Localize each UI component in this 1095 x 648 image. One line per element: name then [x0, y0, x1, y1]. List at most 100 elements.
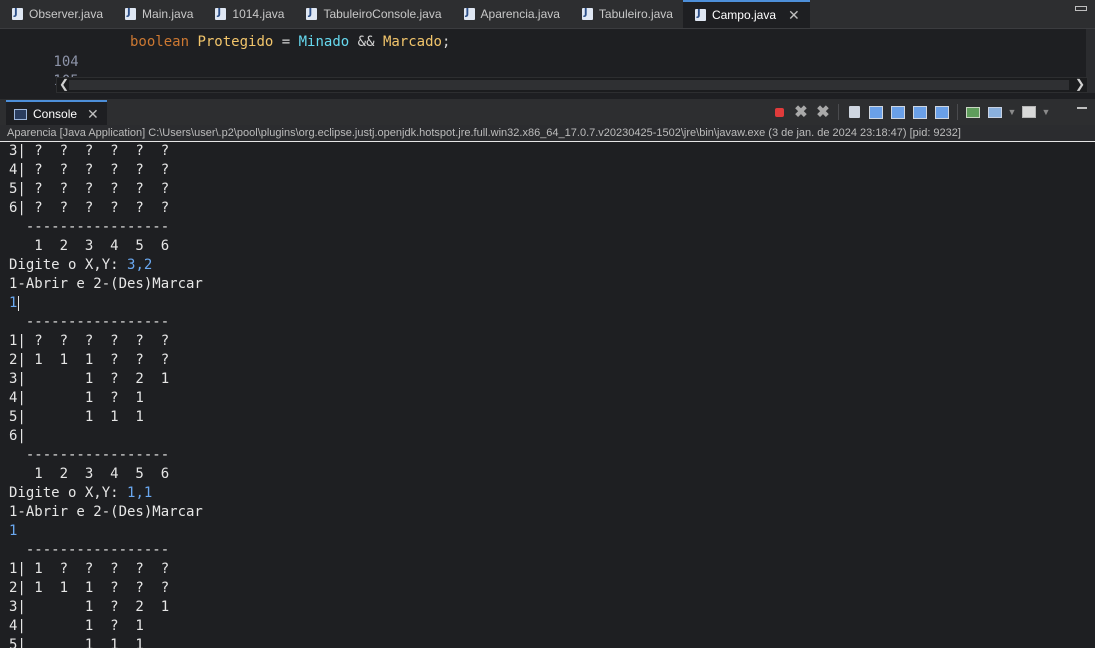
user-input-text: 1,1	[127, 485, 153, 501]
console-line: 3| ? ? ? ? ? ?	[9, 142, 169, 161]
minimize-icon[interactable]	[1077, 107, 1087, 109]
java-file-icon	[463, 7, 475, 20]
user-input-text: 1	[9, 295, 18, 311]
console-text: -----------------	[9, 447, 170, 463]
console-text: -----------------	[9, 542, 170, 558]
show-stderr-icon	[935, 105, 949, 119]
console-line: 4| ? ? ? ? ? ?	[9, 161, 169, 180]
editor-tab-label: Main.java	[142, 7, 194, 21]
close-icon[interactable]: ✕	[788, 7, 800, 24]
stop-icon	[774, 107, 784, 117]
console-line: -----------------	[9, 541, 169, 560]
field-token: Protegido	[197, 34, 274, 50]
console-line: 6| ? ? ? ? ? ?	[9, 199, 169, 218]
editor-tab[interactable]: Tabuleiro.java	[570, 0, 683, 28]
scroll-lock-button[interactable]	[867, 103, 885, 121]
editor-tab[interactable]: 1014.java	[203, 0, 294, 28]
console-line: 1-Abrir e 2-(Des)Marcar	[9, 503, 203, 522]
console-text: Digite o X,Y:	[9, 485, 128, 501]
scroll-left-icon[interactable]: ❮	[59, 77, 69, 91]
open-console-button[interactable]	[1020, 103, 1038, 121]
editor-tab-label: Campo.java	[711, 8, 776, 22]
console-text: 1 2 3 4 5 6	[9, 466, 170, 482]
maximize-icon[interactable]	[1075, 6, 1087, 11]
text-caret	[18, 295, 20, 311]
java-file-icon	[125, 7, 137, 20]
console-text: 1-Abrir e 2-(Des)Marcar	[9, 276, 203, 292]
console-line: 1| ? ? ? ? ? ?	[9, 332, 169, 351]
semicolon-token: ;	[441, 34, 451, 50]
tab-console[interactable]: Console ✕	[6, 100, 107, 126]
open-console-dropdown[interactable]: ▼	[1042, 103, 1051, 121]
java-file-icon	[694, 8, 706, 21]
console-line: 1	[9, 522, 17, 541]
editor-horizontal-scrollbar[interactable]: ❮ ❯	[56, 77, 1088, 93]
show-on-stderr-button[interactable]	[933, 103, 951, 121]
editor-tab[interactable]: Observer.java	[0, 0, 113, 28]
console-text: 1| 1 ? ? ? ? ?	[9, 561, 170, 577]
display-console-button[interactable]	[986, 103, 1004, 121]
console-line: -----------------	[9, 446, 169, 465]
editor-tab[interactable]: Campo.java ✕	[682, 0, 810, 28]
console-line: 4| 1 ? 1	[9, 617, 144, 636]
scroll-right-icon[interactable]: ❯	[1075, 77, 1085, 91]
editor-tab[interactable]: Aparencia.java	[452, 0, 570, 28]
console-text: -----------------	[9, 314, 170, 330]
console-text: 3| 1 ? 2 1	[9, 371, 170, 387]
console-text: 6| ? ? ? ? ? ?	[9, 200, 170, 216]
editor-tab[interactable]: Main.java	[113, 0, 203, 28]
console-text: 3| ? ? ? ? ? ?	[9, 143, 170, 159]
clear-console-button[interactable]	[845, 103, 863, 121]
pin-console-button[interactable]	[964, 103, 982, 121]
remove-all-icon: ✖	[816, 104, 830, 121]
console-text: 4| ? ? ? ? ? ?	[9, 162, 170, 178]
remove-launch-button[interactable]: ✖	[792, 103, 810, 121]
console-line: 5| 1 1 1	[9, 636, 144, 648]
console-text: 4| 1 ? 1	[9, 390, 144, 406]
editor-tab-label: Tabuleiro.java	[598, 7, 673, 21]
console-tab-bar: Console ✕ ✖ ✖ ▼ ▼	[0, 99, 1095, 126]
show-on-stdout-button[interactable]	[911, 103, 929, 121]
console-text: 1| ? ? ? ? ? ?	[9, 333, 170, 349]
console-text: 5| ? ? ? ? ? ?	[9, 181, 170, 197]
scrollbar-thumb[interactable]	[69, 80, 1069, 90]
console-line: -----------------	[9, 313, 169, 332]
word-wrap-button[interactable]	[889, 103, 907, 121]
remove-all-terminated-button[interactable]: ✖	[814, 103, 832, 121]
console-line: 5| 1 1 1	[9, 408, 144, 427]
console-text: 2| 1 1 1 ? ? ?	[9, 580, 170, 596]
console-line: 1	[9, 294, 20, 313]
console-text: 6|	[9, 428, 26, 444]
editor-tab-label: 1014.java	[232, 7, 285, 21]
console-toolbar: ✖ ✖ ▼ ▼	[770, 103, 1050, 121]
console-line: 4| 1 ? 1	[9, 389, 144, 408]
console-text: 1-Abrir e 2-(Des)Marcar	[9, 504, 203, 520]
close-icon[interactable]: ✕	[87, 106, 99, 123]
user-input-text: 1	[9, 523, 18, 539]
editor-tab-label: TabuleiroConsole.java	[323, 7, 442, 21]
console-line: 3| 1 ? 2 1	[9, 370, 169, 389]
console-line: Digite o X,Y: 3,2	[9, 256, 152, 275]
display-console-dropdown[interactable]: ▼	[1008, 103, 1017, 121]
java-file-icon	[306, 7, 318, 20]
console-line: Digite o X,Y: 1,1	[9, 484, 152, 503]
console-line: 2| 1 1 1 ? ? ?	[9, 351, 169, 370]
terminate-button[interactable]	[770, 103, 788, 121]
pin-console-icon	[966, 106, 980, 118]
word-wrap-icon	[891, 105, 905, 119]
console-text: 4| 1 ? 1	[9, 618, 144, 634]
console-icon	[14, 108, 27, 120]
toolbar-separator	[957, 104, 958, 120]
editor-tab[interactable]: TabuleiroConsole.java	[294, 0, 451, 28]
console-line: 3| 1 ? 2 1	[9, 598, 169, 617]
variable-token: Marcado	[382, 34, 442, 50]
code-line: 104 boolean Protegido = Minado && Marcad…	[0, 32, 1085, 70]
editor-tab-label: Observer.java	[29, 7, 104, 21]
console-text: 5| 1 1 1	[9, 637, 144, 648]
variable-token: Minado	[298, 34, 350, 50]
java-file-icon	[581, 7, 593, 20]
editor-tab-label: Aparencia.java	[480, 7, 560, 21]
console-line: 5| ? ? ? ? ? ?	[9, 180, 169, 199]
scroll-lock-icon	[869, 105, 883, 119]
console-output[interactable]: 3| ? ? ? ? ? ? 4| ? ? ? ? ? ? 5| ? ? ? ? ?…	[0, 142, 1095, 648]
